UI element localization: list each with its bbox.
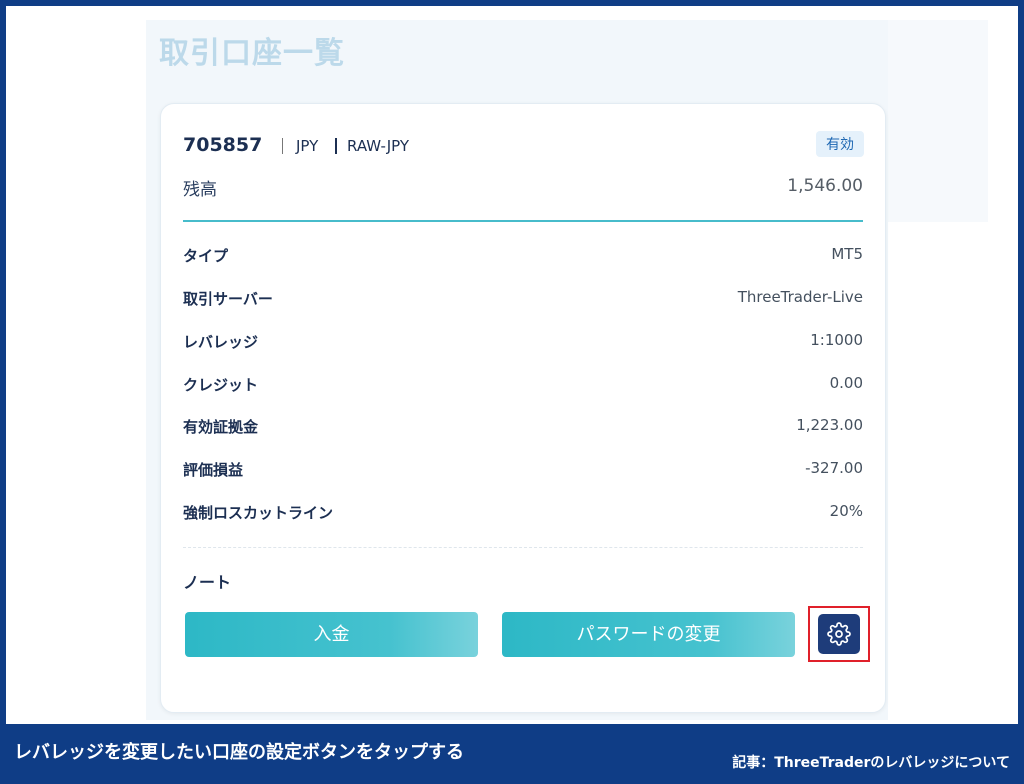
- footer-article: 記事：ThreeTraderのレバレッジについて: [732, 755, 1010, 771]
- gear-icon: [827, 622, 851, 646]
- footer-caption: レバレッジを変更したい口座の設定ボタンをタップする: [14, 742, 464, 763]
- change-password-button[interactable]: パスワードの変更: [502, 612, 795, 657]
- detail-value: ThreeTrader-Live: [737, 288, 863, 306]
- account-card: 705857 JPY RAW-JPY 有効 残高 1,546.00 タイプ MT…: [160, 103, 886, 713]
- detail-label: 強制ロスカットライン: [183, 504, 334, 522]
- panel-extension: [888, 20, 988, 222]
- detail-label: レバレッジ: [183, 333, 259, 351]
- detail-value: 20%: [829, 502, 863, 520]
- settings-button[interactable]: [818, 614, 860, 654]
- detail-row-stop-out: 強制ロスカットライン 20%: [183, 502, 863, 526]
- detail-value: 1:1000: [810, 331, 863, 349]
- deposit-button[interactable]: 入金: [185, 612, 478, 657]
- account-currency: JPY: [296, 137, 319, 155]
- account-number: 705857: [183, 134, 263, 156]
- detail-label: 評価損益: [183, 461, 244, 479]
- balance-value: 1,546.00: [787, 176, 863, 196]
- detail-label: 有効証拠金: [183, 418, 259, 436]
- meta-separator: [282, 138, 283, 154]
- meta-separator: [335, 138, 337, 154]
- detail-row-leverage: レバレッジ 1:1000: [183, 331, 863, 355]
- detail-value: -327.00: [805, 459, 863, 477]
- detail-value: 1,223.00: [796, 416, 863, 434]
- note-label: ノート: [183, 573, 232, 592]
- balance-label: 残高: [183, 180, 217, 200]
- detail-value: MT5: [831, 245, 863, 263]
- detail-row-server: 取引サーバー ThreeTrader-Live: [183, 288, 863, 312]
- screenshot-frame: 取引口座一覧 705857 JPY RAW-JPY 有効 残高 1,546.00…: [6, 6, 1018, 724]
- settings-highlight-box: [808, 606, 870, 662]
- detail-row-type: タイプ MT5: [183, 245, 863, 269]
- page-title: 取引口座一覧: [159, 36, 345, 71]
- detail-value: 0.00: [829, 374, 863, 392]
- divider: [183, 220, 863, 222]
- detail-label: 取引サーバー: [183, 290, 273, 308]
- status-badge: 有効: [816, 131, 864, 157]
- account-group: RAW-JPY: [347, 137, 410, 155]
- detail-label: タイプ: [183, 247, 229, 265]
- detail-row-credit: クレジット 0.00: [183, 374, 863, 398]
- divider: [183, 547, 863, 548]
- detail-label: クレジット: [183, 376, 259, 394]
- detail-row-equity: 有効証拠金 1,223.00: [183, 416, 863, 440]
- detail-row-floating-pl: 評価損益 -327.00: [183, 459, 863, 483]
